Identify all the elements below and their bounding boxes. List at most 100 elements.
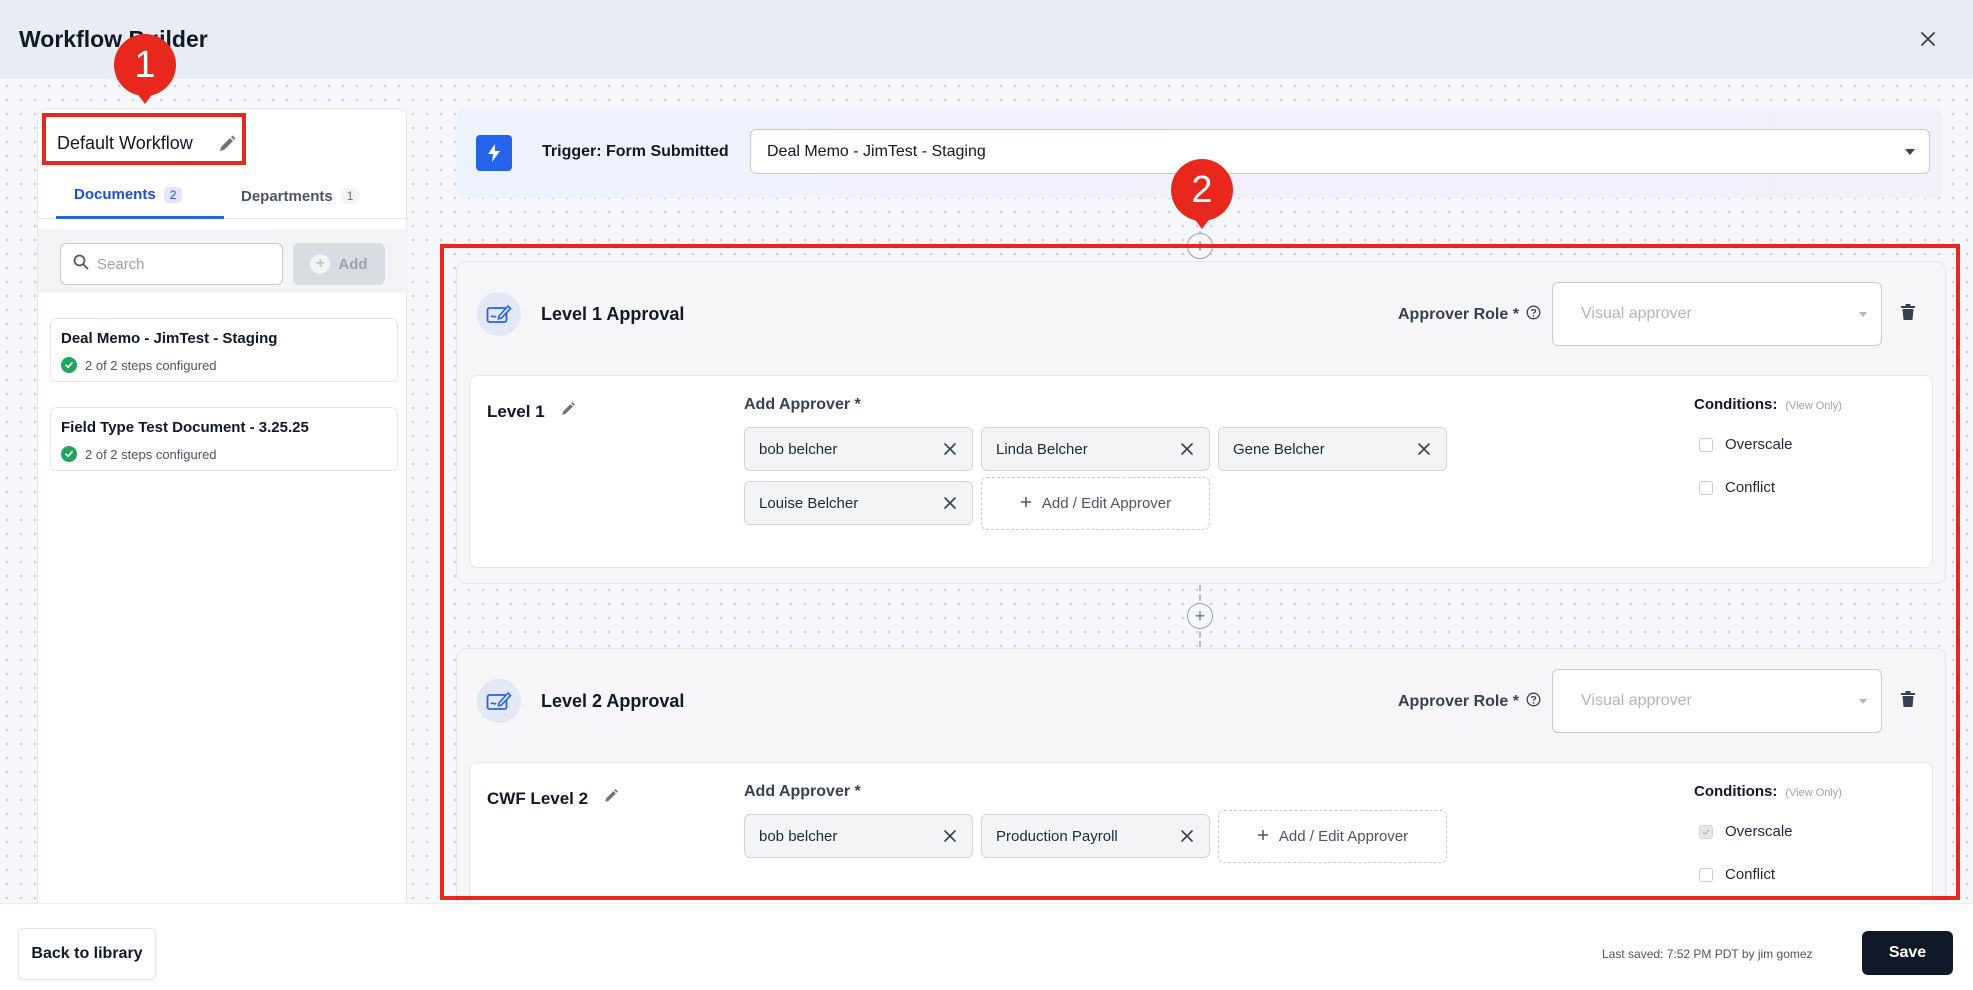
- document-item[interactable]: Field Type Test Document - 3.25.25 2 of …: [50, 407, 398, 471]
- condition-label: Overscale: [1725, 823, 1793, 840]
- lightning-icon: [476, 135, 512, 171]
- remove-approver-icon[interactable]: [942, 441, 958, 457]
- search-row: + Add: [38, 229, 408, 293]
- approver-role-text: Approver Role *: [1398, 693, 1519, 710]
- condition-label: Overscale: [1725, 436, 1793, 453]
- approver-chip[interactable]: Linda Belcher: [981, 427, 1210, 471]
- remove-approver-icon[interactable]: [942, 495, 958, 511]
- trigger-document-select[interactable]: Deal Memo - JimTest - Staging: [750, 129, 1930, 174]
- chevron-down-icon: [1905, 149, 1915, 155]
- document-status-text: 2 of 2 steps configured: [85, 357, 217, 373]
- approver-chip[interactable]: Louise Belcher: [744, 481, 973, 525]
- approver-name: bob belcher: [759, 827, 838, 845]
- annotation-marker: 2: [1171, 159, 1233, 229]
- conditions-label: Conditions: (View Only): [1694, 396, 1842, 413]
- remove-approver-icon[interactable]: [1416, 441, 1432, 457]
- search-box: [60, 243, 283, 285]
- level-step-card: CWF Level 2 Add Approver * bob belcher P…: [469, 762, 1933, 904]
- chevron-down-icon: [1859, 312, 1867, 317]
- document-status: 2 of 2 steps configured: [61, 357, 217, 373]
- help-icon[interactable]: [1526, 305, 1541, 325]
- approver-chip[interactable]: bob belcher: [744, 814, 973, 858]
- conditions-view-only-note: (View Only): [1785, 787, 1842, 799]
- save-button[interactable]: Save: [1862, 931, 1953, 975]
- plus-circle-icon: +: [310, 254, 331, 274]
- step-name: CWF Level 2: [487, 787, 620, 810]
- conditions-title: Conditions:: [1694, 396, 1778, 413]
- step-name-text: CWF Level 2: [487, 788, 589, 808]
- plus-icon: [1020, 495, 1032, 512]
- annotation-number: 1: [134, 43, 156, 86]
- trigger-label: Trigger: Form Submitted: [542, 143, 729, 160]
- conditions-label: Conditions: (View Only): [1694, 783, 1842, 800]
- remove-approver-icon[interactable]: [1179, 828, 1195, 844]
- condition-overscale[interactable]: Overscale: [1699, 436, 1793, 453]
- edit-step-name-icon[interactable]: [602, 787, 620, 810]
- checkbox[interactable]: [1699, 437, 1713, 452]
- approver-role-select[interactable]: Visual approver: [1552, 669, 1882, 733]
- approver-name: Gene Belcher: [1233, 440, 1325, 458]
- edit-step-name-icon[interactable]: [559, 400, 577, 423]
- help-icon[interactable]: [1526, 692, 1541, 712]
- tab-documents[interactable]: Documents 2: [56, 173, 224, 219]
- condition-overscale[interactable]: Overscale: [1699, 823, 1793, 840]
- approver-name: bob belcher: [759, 440, 838, 458]
- approver-chip[interactable]: Gene Belcher: [1218, 427, 1447, 471]
- trash-icon[interactable]: [1901, 691, 1919, 711]
- approver-role-placeholder: Visual approver: [1581, 692, 1692, 709]
- remove-approver-icon[interactable]: [1179, 441, 1195, 457]
- back-to-library-button[interactable]: Back to library: [18, 928, 156, 980]
- trigger-selected-value: Deal Memo - JimTest - Staging: [767, 142, 986, 160]
- checkbox-checked[interactable]: [1699, 824, 1713, 839]
- condition-conflict[interactable]: Conflict: [1699, 866, 1775, 883]
- plus-icon: [1257, 828, 1269, 845]
- approver-role-text: Approver Role *: [1398, 306, 1519, 323]
- approver-role-label: Approver Role *: [1398, 305, 1541, 325]
- top-bar: Workflow Builder: [0, 0, 1973, 79]
- add-step-plus-icon[interactable]: +: [1187, 233, 1213, 259]
- add-edit-approver-button[interactable]: Add / Edit Approver: [981, 477, 1210, 530]
- checkbox[interactable]: [1699, 867, 1713, 882]
- checkbox[interactable]: [1699, 480, 1713, 495]
- remove-approver-icon[interactable]: [942, 828, 958, 844]
- document-item[interactable]: Deal Memo - JimTest - Staging 2 of 2 ste…: [50, 318, 398, 382]
- conditions-title: Conditions:: [1694, 783, 1778, 800]
- tab-departments-label: Departments: [241, 187, 333, 205]
- edit-workflow-name-icon[interactable]: [216, 133, 238, 155]
- chevron-down-icon: [1859, 699, 1867, 704]
- document-name: Field Type Test Document - 3.25.25: [61, 419, 309, 436]
- condition-conflict[interactable]: Conflict: [1699, 479, 1775, 496]
- tab-documents-label: Documents: [74, 186, 156, 203]
- check-circle-icon: [61, 446, 77, 462]
- search-input[interactable]: [97, 255, 257, 273]
- approver-chip[interactable]: Production Payroll: [981, 814, 1210, 858]
- conditions-view-only-note: (View Only): [1785, 400, 1842, 412]
- approval-signature-icon: [477, 679, 521, 723]
- workflow-name: Default Workflow: [57, 133, 193, 153]
- level-step-card: Level 1 Add Approver * bob belcher Linda…: [469, 375, 1933, 568]
- add-step-plus-icon[interactable]: +: [1187, 603, 1213, 629]
- approver-name: Linda Belcher: [996, 440, 1088, 458]
- step-name-text: Level 1: [487, 401, 545, 421]
- level-title: Level 2 Approval: [541, 691, 685, 711]
- approver-chip[interactable]: bob belcher: [744, 427, 973, 471]
- level-title: Level 1 Approval: [541, 304, 685, 324]
- add-approver-label: Add Approver *: [744, 783, 861, 800]
- trash-icon[interactable]: [1901, 304, 1919, 324]
- tab-documents-count: 2: [163, 186, 183, 203]
- document-name: Deal Memo - JimTest - Staging: [61, 330, 278, 347]
- tab-departments-count: 1: [340, 188, 360, 204]
- panel-tabs: Documents 2 Departments 1: [38, 173, 408, 219]
- close-icon[interactable]: [1913, 24, 1943, 54]
- level-1-card: Level 1 Approval Approver Role * Visual …: [456, 261, 1946, 584]
- add-edit-approver-button[interactable]: Add / Edit Approver: [1218, 810, 1447, 863]
- add-document-button[interactable]: + Add: [293, 243, 385, 285]
- step-name: Level 1: [487, 400, 577, 423]
- approver-role-placeholder: Visual approver: [1581, 305, 1692, 322]
- documents-panel: Default Workflow Documents 2 Departments…: [37, 108, 408, 903]
- tab-departments[interactable]: Departments 1: [241, 173, 360, 219]
- level-2-card: Level 2 Approval Approver Role * Visual …: [456, 648, 1946, 904]
- add-edit-approver-label: Add / Edit Approver: [1041, 495, 1172, 512]
- last-saved-status: Last saved: 7:52 PM PDT by jim gomez: [1602, 947, 1813, 961]
- approver-role-select[interactable]: Visual approver: [1552, 282, 1882, 346]
